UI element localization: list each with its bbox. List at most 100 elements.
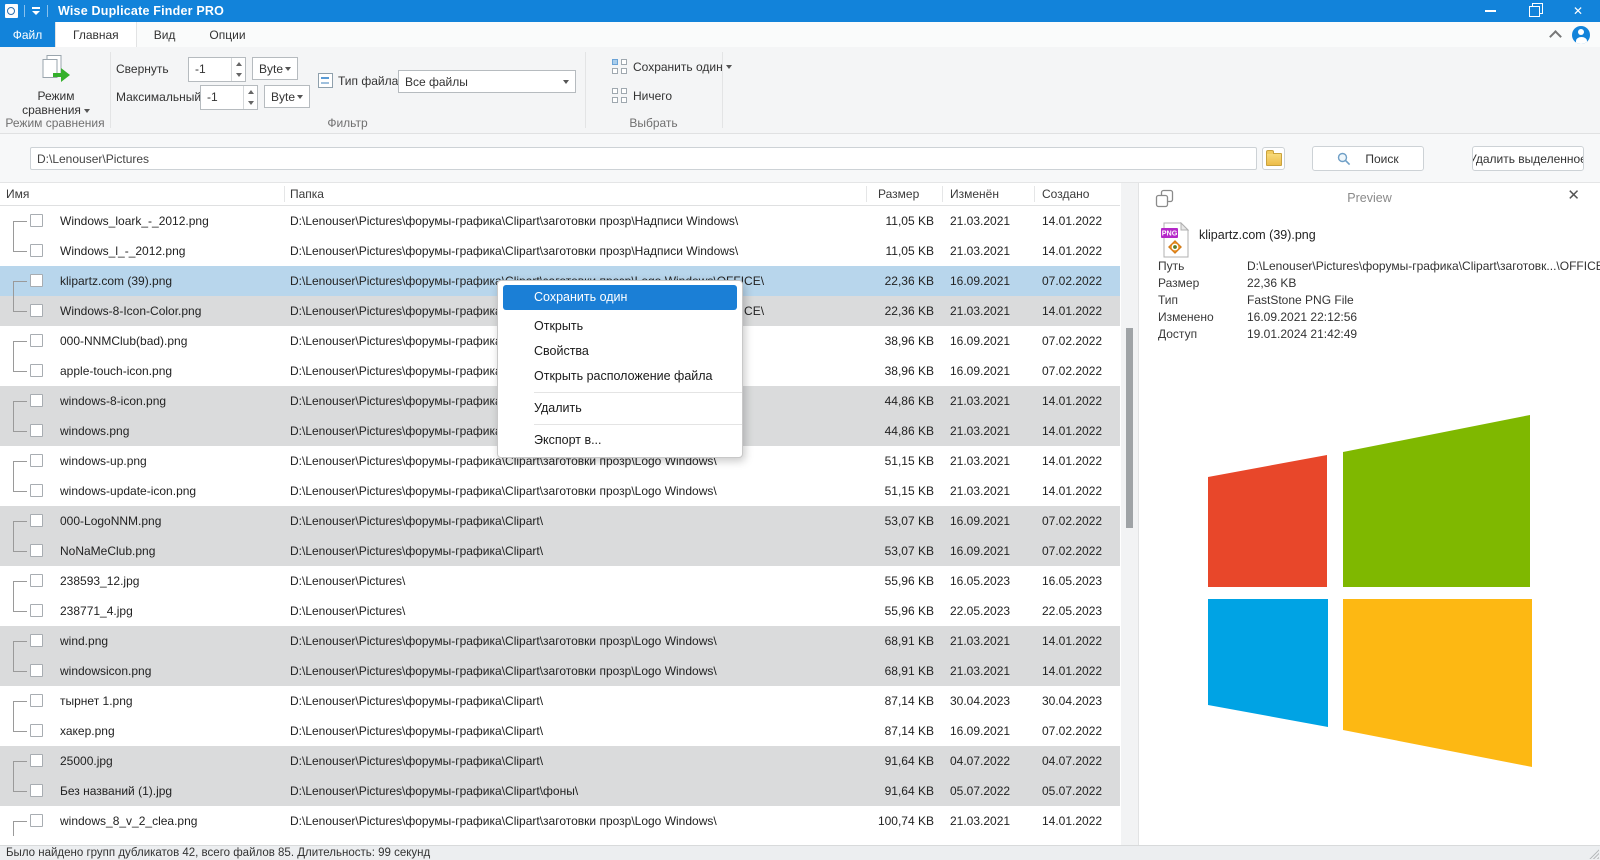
table-row[interactable]: 238771_4.jpg D:\Lenouser\Pictures\ 55,96 K… xyxy=(0,596,1120,626)
keep-one-button[interactable]: Сохранить один xyxy=(612,59,732,74)
group-bracket xyxy=(13,596,14,611)
table-row[interactable]: windows-update-icon.png D:\Lenouser\Pictu… xyxy=(0,476,1120,506)
browse-folder-button[interactable] xyxy=(1262,147,1285,170)
stepper-down-icon[interactable] xyxy=(232,70,245,82)
table-row[interactable]: wind.png D:\Lenouser\Pictures\форумы-граф… xyxy=(0,626,1120,656)
menu-item[interactable]: Удалить xyxy=(498,396,742,421)
table-row[interactable]: NoNaMeClub.png D:\Lenouser\Pictures\форум… xyxy=(0,536,1120,566)
cell-mod: 21.03.2021 xyxy=(950,244,1011,258)
min-size-stepper[interactable]: -1 xyxy=(188,57,246,82)
cell-mod: 21.03.2021 xyxy=(950,634,1011,648)
restore-button[interactable] xyxy=(1512,0,1556,22)
menu-item[interactable]: Открыть xyxy=(498,314,742,339)
tab-вид[interactable]: Вид xyxy=(137,22,193,47)
group-bracket xyxy=(13,416,14,431)
preview-field-row: Изменено 16.09.2021 22:12:56 xyxy=(1158,309,1600,326)
row-checkbox[interactable] xyxy=(30,274,43,287)
row-checkbox[interactable] xyxy=(30,784,43,797)
scrollbar-thumb[interactable] xyxy=(1126,328,1133,528)
column-header-size[interactable]: Размер xyxy=(878,187,919,201)
row-checkbox[interactable] xyxy=(30,754,43,767)
row-checkbox[interactable] xyxy=(30,574,43,587)
cell-name: 238771_4.jpg xyxy=(60,604,133,618)
table-row[interactable]: Без названий (1).jpg D:\Lenouser\Pictures… xyxy=(0,776,1120,806)
row-checkbox[interactable] xyxy=(30,424,43,437)
column-header-created[interactable]: Создано xyxy=(1042,187,1089,201)
menu-item[interactable]: Свойства xyxy=(498,339,742,364)
row-checkbox[interactable] xyxy=(30,694,43,707)
quick-access-dropdown-icon[interactable] xyxy=(31,7,41,15)
column-header-modified[interactable]: Изменён xyxy=(950,187,999,201)
group-label-compare: Режим сравнения xyxy=(5,116,105,130)
row-checkbox[interactable] xyxy=(30,334,43,347)
close-button[interactable]: ✕ xyxy=(1556,0,1600,22)
vertical-scrollbar[interactable] xyxy=(1121,183,1138,845)
row-checkbox[interactable] xyxy=(30,724,43,737)
max-size-stepper[interactable]: -1 xyxy=(200,85,258,110)
tab-опции[interactable]: Опции xyxy=(192,22,262,47)
row-checkbox[interactable] xyxy=(30,364,43,377)
stepper-up-icon[interactable] xyxy=(244,86,257,98)
column-header-name[interactable]: Имя xyxy=(6,187,29,201)
group-bracket xyxy=(13,821,27,822)
account-avatar[interactable] xyxy=(1572,25,1590,44)
app-window: Wise Duplicate Finder PRO ✕ Файл Главная… xyxy=(0,0,1600,860)
cell-size: 22,36 KB xyxy=(884,304,934,318)
menu-item[interactable]: Открыть расположение файла xyxy=(498,364,742,389)
path-bar: Поиск Удалить выделенное xyxy=(0,134,1600,183)
cell-size: 38,96 KB xyxy=(884,364,934,378)
table-row[interactable]: 25000.jpg D:\Lenouser\Pictures\форумы-гра… xyxy=(0,746,1120,776)
table-row[interactable]: Windows_l_-_2012.png D:\Lenouser\Pictures… xyxy=(0,236,1120,266)
tab-главная[interactable]: Главная xyxy=(55,22,137,47)
search-button[interactable]: Поиск xyxy=(1312,146,1424,171)
minimize-button[interactable] xyxy=(1468,0,1512,22)
restore-icon xyxy=(1528,2,1543,17)
row-checkbox[interactable] xyxy=(30,544,43,557)
menu-item[interactable]: Экспорт в... xyxy=(498,428,742,453)
delete-selected-button[interactable]: Удалить выделенное xyxy=(1472,146,1584,171)
select-none-button[interactable]: Ничего xyxy=(612,88,672,103)
cell-cre: 05.07.2022 xyxy=(1042,784,1103,798)
preview-close-button[interactable]: ✕ xyxy=(1567,187,1580,205)
row-checkbox[interactable] xyxy=(30,514,43,527)
table-row[interactable]: Windows_loark_-_2012.png D:\Lenouser\Pict… xyxy=(0,206,1120,236)
group-bracket xyxy=(13,461,14,476)
row-checkbox[interactable] xyxy=(30,394,43,407)
group-bracket xyxy=(13,221,27,222)
row-checkbox[interactable] xyxy=(30,664,43,677)
collapse-ribbon-icon[interactable] xyxy=(1549,29,1562,43)
table-row[interactable]: тырнет 1.png D:\Lenouser\Pictures\форумы-… xyxy=(0,686,1120,716)
table-row[interactable]: windows_8_v_2_clea.png D:\Lenouser\Pictur… xyxy=(0,806,1120,836)
path-input[interactable] xyxy=(30,147,1257,170)
row-checkbox[interactable] xyxy=(30,604,43,617)
cell-cre: 14.01.2022 xyxy=(1042,214,1103,228)
table-row[interactable]: хакер.png D:\Lenouser\Pictures\форумы-гра… xyxy=(0,716,1120,746)
row-checkbox[interactable] xyxy=(30,244,43,257)
row-checkbox[interactable] xyxy=(30,814,43,827)
table-row[interactable]: 000-LogoNNM.png D:\Lenouser\Pictures\фору… xyxy=(0,506,1120,536)
stepper-down-icon[interactable] xyxy=(244,98,257,110)
compare-mode-button[interactable]: Режим сравнения xyxy=(10,52,102,117)
row-checkbox[interactable] xyxy=(30,214,43,227)
resize-grip[interactable] xyxy=(1588,848,1599,859)
file-type-select[interactable]: Все файлы xyxy=(398,70,576,93)
cell-folder: D:\Lenouser\Pictures\форумы-графика\Clip… xyxy=(290,514,544,528)
cell-size: 91,64 KB xyxy=(884,784,934,798)
cell-mod: 05.07.2022 xyxy=(950,784,1011,798)
table-row[interactable]: 238593_12.jpg D:\Lenouser\Pictures\ 55,96 … xyxy=(0,566,1120,596)
stepper-up-icon[interactable] xyxy=(232,58,245,70)
tab-file[interactable]: Файл xyxy=(0,22,55,47)
group-bracket xyxy=(13,356,14,371)
row-checkbox[interactable] xyxy=(30,304,43,317)
column-header-folder[interactable]: Папка xyxy=(290,187,324,201)
preview-image-windows-logo xyxy=(1208,415,1532,767)
row-checkbox[interactable] xyxy=(30,634,43,647)
min-unit-select[interactable]: Byte xyxy=(252,57,298,80)
table-row[interactable]: windowsicon.png D:\Lenouser\Pictures\фору… xyxy=(0,656,1120,686)
preview-panel: Preview ✕ PNG klipartz.com (39).png Путь… xyxy=(1138,183,1600,845)
row-checkbox[interactable] xyxy=(30,454,43,467)
row-checkbox[interactable] xyxy=(30,484,43,497)
max-unit-select[interactable]: Byte xyxy=(264,85,310,108)
menu-item[interactable]: Сохранить один xyxy=(503,285,737,310)
min-unit-value: Byte xyxy=(259,61,284,76)
